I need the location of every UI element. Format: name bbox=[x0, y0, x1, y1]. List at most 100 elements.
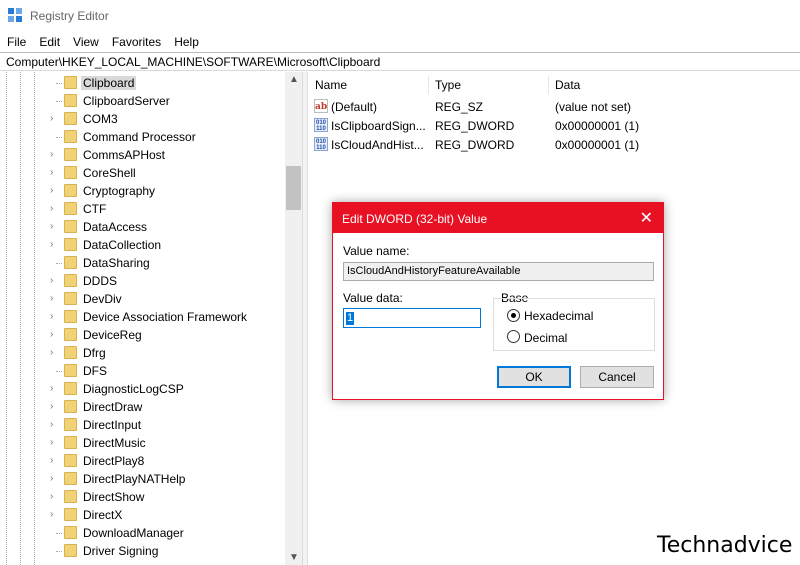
tree-item[interactable]: › DirectInput bbox=[0, 416, 286, 434]
tree-item[interactable]: › Device Association Framework bbox=[0, 308, 286, 326]
tree-connector bbox=[56, 263, 62, 264]
value-row[interactable]: 010 110 IsCloudAndHist... REG_DWORD 0x00… bbox=[308, 135, 800, 154]
tree-item[interactable]: › DiagnosticLogCSP bbox=[0, 380, 286, 398]
tree-item-label: CommsAPHost bbox=[83, 148, 166, 162]
dword-value-icon: 010 110 bbox=[314, 118, 328, 132]
chevron-right-icon[interactable]: › bbox=[50, 347, 53, 358]
tree-item[interactable]: Driver Signing bbox=[0, 542, 286, 560]
chevron-right-icon[interactable]: › bbox=[50, 437, 53, 448]
string-value-icon: ab bbox=[314, 99, 328, 113]
chevron-right-icon[interactable]: › bbox=[50, 509, 53, 520]
cancel-button[interactable]: Cancel bbox=[580, 366, 654, 388]
value-data-input[interactable]: 1 bbox=[343, 308, 481, 328]
tree-item[interactable]: Command Processor bbox=[0, 128, 286, 146]
tree-item-label: CoreShell bbox=[83, 166, 136, 180]
chevron-right-icon[interactable]: › bbox=[50, 419, 53, 430]
tree-item[interactable]: ClipboardServer bbox=[0, 92, 286, 110]
tree-item[interactable]: › DirectMusic bbox=[0, 434, 286, 452]
registry-editor-icon bbox=[8, 8, 24, 24]
tree-item-label: DownloadManager bbox=[83, 526, 184, 540]
chevron-right-icon[interactable]: › bbox=[50, 275, 53, 286]
tree-item-label: Clipboard bbox=[81, 76, 137, 90]
tree-connector bbox=[56, 533, 62, 534]
tree-item[interactable]: › DirectShow bbox=[0, 488, 286, 506]
column-header-data[interactable]: Data bbox=[555, 78, 580, 92]
menu-help[interactable]: Help bbox=[167, 35, 205, 49]
folder-icon bbox=[64, 544, 77, 557]
hexadecimal-radio[interactable] bbox=[507, 309, 520, 322]
value-row[interactable]: 010 110 IsClipboardSign... REG_DWORD 0x0… bbox=[308, 116, 800, 135]
scroll-thumb[interactable] bbox=[286, 166, 301, 210]
chevron-right-icon[interactable]: › bbox=[50, 491, 53, 502]
value-name-text: IsCloudAndHistoryFeatureAvailable bbox=[347, 265, 521, 277]
hexadecimal-label[interactable]: Hexadecimal bbox=[524, 309, 593, 323]
tree-item[interactable]: › COM3 bbox=[0, 110, 286, 128]
menu-view[interactable]: View bbox=[66, 35, 105, 49]
chevron-right-icon[interactable]: › bbox=[50, 203, 53, 214]
edit-dword-dialog: Edit DWORD (32-bit) Value ✕ Value name: … bbox=[332, 202, 664, 400]
tree-item[interactable]: › DeviceReg bbox=[0, 326, 286, 344]
menu-edit[interactable]: Edit bbox=[32, 35, 66, 49]
tree-scrollbar[interactable]: ▲ ▼ bbox=[285, 72, 302, 565]
folder-icon bbox=[64, 490, 77, 503]
scroll-down-icon[interactable]: ▼ bbox=[289, 552, 299, 563]
decimal-radio[interactable] bbox=[507, 330, 520, 343]
address-bar[interactable]: Computer\HKEY_LOCAL_MACHINE\SOFTWARE\Mic… bbox=[0, 52, 800, 71]
tree-item[interactable]: › DirectPlay8 bbox=[0, 452, 286, 470]
tree-item[interactable]: › DirectPlayNATHelp bbox=[0, 470, 286, 488]
column-separator[interactable] bbox=[548, 76, 549, 94]
value-row[interactable]: ab (Default) REG_SZ (value not set) bbox=[308, 97, 800, 116]
chevron-right-icon[interactable]: › bbox=[50, 113, 53, 124]
tree-item-label: DirectShow bbox=[83, 490, 145, 504]
decimal-label[interactable]: Decimal bbox=[524, 331, 567, 345]
tree-item[interactable]: › DirectDraw bbox=[0, 398, 286, 416]
tree-item[interactable]: DFS bbox=[0, 362, 286, 380]
tree-item[interactable]: › DataAccess bbox=[0, 218, 286, 236]
chevron-right-icon[interactable]: › bbox=[50, 185, 53, 196]
folder-icon bbox=[64, 112, 77, 125]
address-path: Computer\HKEY_LOCAL_MACHINE\SOFTWARE\Mic… bbox=[6, 54, 381, 69]
tree-item[interactable]: › CoreShell bbox=[0, 164, 286, 182]
tree-item[interactable]: › DataCollection bbox=[0, 236, 286, 254]
tree-item[interactable]: DownloadManager bbox=[0, 524, 286, 542]
chevron-right-icon[interactable]: › bbox=[50, 293, 53, 304]
tree-item[interactable]: › CTF bbox=[0, 200, 286, 218]
chevron-right-icon[interactable]: › bbox=[50, 239, 53, 250]
tree-item[interactable]: › Cryptography bbox=[0, 182, 286, 200]
column-header-name[interactable]: Name bbox=[315, 78, 347, 92]
chevron-right-icon[interactable]: › bbox=[50, 401, 53, 412]
chevron-right-icon[interactable]: › bbox=[50, 455, 53, 466]
close-icon[interactable]: ✕ bbox=[640, 208, 653, 228]
menu-file[interactable]: File bbox=[0, 35, 32, 49]
dialog-title: Edit DWORD (32-bit) Value bbox=[342, 212, 488, 226]
chevron-right-icon[interactable]: › bbox=[50, 149, 53, 160]
folder-icon bbox=[64, 472, 77, 485]
tree-item-label: ClipboardServer bbox=[83, 94, 170, 108]
scroll-up-icon[interactable]: ▲ bbox=[289, 74, 299, 85]
tree-item[interactable]: › DirectX bbox=[0, 506, 286, 524]
folder-icon bbox=[64, 94, 77, 107]
tree-item-label: Command Processor bbox=[83, 130, 196, 144]
value-type: REG_DWORD bbox=[435, 138, 515, 152]
chevron-right-icon[interactable]: › bbox=[50, 311, 53, 322]
menu-favorites[interactable]: Favorites bbox=[105, 35, 167, 49]
column-header-type[interactable]: Type bbox=[435, 78, 461, 92]
chevron-right-icon[interactable]: › bbox=[50, 221, 53, 232]
tree-item[interactable]: DataSharing bbox=[0, 254, 286, 272]
chevron-right-icon[interactable]: › bbox=[50, 383, 53, 394]
chevron-right-icon[interactable]: › bbox=[50, 329, 53, 340]
chevron-right-icon[interactable]: › bbox=[50, 167, 53, 178]
tree-item-label: DiagnosticLogCSP bbox=[83, 382, 184, 396]
tree-item[interactable]: › CommsAPHost bbox=[0, 146, 286, 164]
folder-icon bbox=[64, 454, 77, 467]
folder-icon bbox=[64, 418, 77, 431]
tree-item-label: Device Association Framework bbox=[83, 310, 248, 324]
tree-item-label: Cryptography bbox=[83, 184, 156, 198]
ok-button[interactable]: OK bbox=[497, 366, 571, 388]
tree-item[interactable]: › DevDiv bbox=[0, 290, 286, 308]
tree-item[interactable]: › Dfrg bbox=[0, 344, 286, 362]
column-separator[interactable] bbox=[428, 76, 429, 94]
tree-item[interactable]: Clipboard bbox=[0, 74, 286, 92]
tree-item[interactable]: › DDDS bbox=[0, 272, 286, 290]
chevron-right-icon[interactable]: › bbox=[50, 473, 53, 484]
